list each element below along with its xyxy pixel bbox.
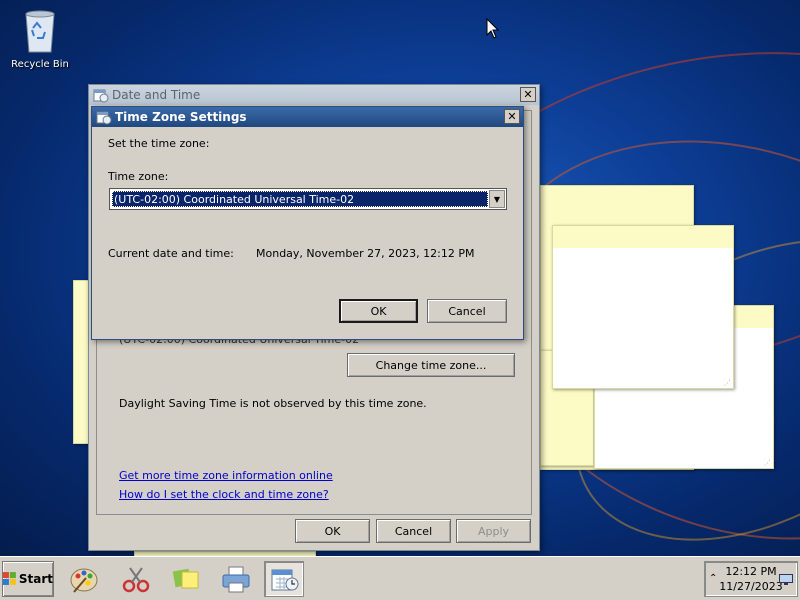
sticky-note[interactable]: ⋰ [552,225,734,389]
clock-date[interactable]: 11/27/2023 [717,580,785,593]
set-time-zone-label: Set the time zone: [108,137,210,150]
ok-button[interactable]: OK [339,299,418,323]
how-to-link[interactable]: How do I set the clock and time zone? [119,488,329,501]
windows-logo-icon [3,572,16,585]
sticky-notes-icon [172,568,199,589]
resize-grip-icon[interactable]: ⋰ [764,459,771,467]
time-zone-selected-value: (UTC-02:00) Coordinated Universal Time-0… [112,191,488,207]
date-time-titlebar[interactable]: Date and Time ✕ [89,85,539,105]
more-info-link[interactable]: Get more time zone information online [119,469,333,482]
recycle-bin-shortcut[interactable]: Recycle Bin [10,6,70,70]
sticky-note-header[interactable] [553,226,733,248]
taskbar-app-date-time[interactable] [264,561,304,597]
taskbar-app-sticky-notes[interactable] [166,561,206,597]
change-time-zone-button[interactable]: Change time zone... [347,353,515,377]
start-label: Start [18,572,53,586]
cancel-button[interactable]: Cancel [427,299,507,323]
current-date-time-label: Current date and time: [108,247,234,260]
date-time-icon [271,569,299,591]
taskbar-app-snipping[interactable] [116,561,156,597]
close-icon: ✕ [523,88,533,101]
time-zone-dropdown[interactable]: (UTC-02:00) Coordinated Universal Time-0… [109,188,507,210]
cancel-button[interactable]: Cancel [376,519,451,543]
chevron-down-icon: ▼ [493,194,501,204]
printer-icon [222,566,250,593]
start-button[interactable]: Start [2,561,54,597]
system-tray: ⌃ 12:12 PM 11/27/2023 [704,561,798,597]
tz-dialog-titlebar[interactable]: Time Zone Settings ✕ [92,107,523,127]
apply-button[interactable]: Apply [456,519,531,543]
mouse-cursor-icon [486,18,500,39]
recycle-bin-label: Recycle Bin [11,59,69,70]
ok-button[interactable]: OK [295,519,370,543]
network-icon[interactable] [779,574,793,585]
calendar-clock-icon [93,89,109,103]
dialog-title: Time Zone Settings [115,110,247,124]
recycle-bin-icon [25,10,55,53]
taskbar-app-paint[interactable] [64,561,104,597]
calendar-clock-icon [96,111,112,125]
clock-time[interactable]: 12:12 PM [717,565,785,578]
time-zone-label: Time zone: [108,170,169,183]
dropdown-arrow[interactable]: ▼ [489,190,505,208]
taskbar-app-printer[interactable] [216,561,256,597]
resize-grip-icon[interactable]: ⋰ [724,379,731,387]
paint-icon [70,568,98,593]
desktop: Recycle Bin ⋰ ⋰ ⋰ Date and Time ✕ (UTC-0… [0,0,800,556]
snipping-tool-icon [122,567,150,593]
close-icon: ✕ [507,110,517,123]
close-button[interactable]: ✕ [504,109,520,124]
time-zone-settings-dialog: Time Zone Settings ✕ Set the time zone: … [91,106,524,340]
taskbar: Start ⌃ 12:12 PM 11/27/2023 [0,556,800,600]
close-button[interactable]: ✕ [520,87,536,102]
dst-info-text: Daylight Saving Time is not observed by … [119,397,427,410]
current-date-time-value: Monday, November 27, 2023, 12:12 PM [256,247,475,260]
window-title: Date and Time [112,88,201,102]
